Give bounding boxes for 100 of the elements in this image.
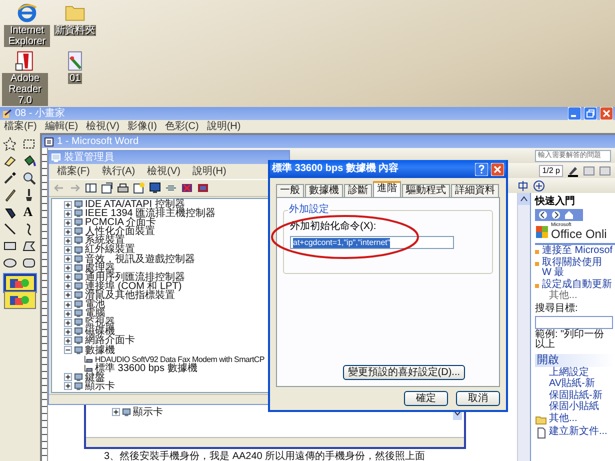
tree-item[interactable]: HDAUDIO SoftV92 Data Fax Modem with SmartCP	[95, 354, 264, 364]
border-icon[interactable]	[583, 164, 595, 176]
tree-item[interactable]: 滑鼠及其他指標裝置	[85, 290, 175, 300]
back-icon[interactable]	[538, 210, 548, 220]
tree-item[interactable]: 連接埠 (COM 和 LPT)	[85, 282, 182, 291]
uninstall-device-icon[interactable]	[197, 182, 209, 194]
collapse-toggle[interactable]	[64, 346, 72, 354]
more-link[interactable]: 其他...	[549, 414, 578, 425]
browser-globe-icon[interactable]	[16, 2, 38, 24]
paint-bucket-icon[interactable]	[22, 154, 36, 168]
expand-toggle[interactable]	[64, 282, 72, 290]
tree-item[interactable]: 處理器	[85, 264, 115, 273]
expand-toggle[interactable]	[64, 210, 72, 218]
desktop-icon-label[interactable]: 新資料夾	[54, 25, 96, 36]
expand-toggle[interactable]	[64, 336, 72, 345]
menu-item[interactable]: 影像(I)	[127, 120, 157, 132]
eraser-icon[interactable]	[3, 154, 17, 168]
forward-icon[interactable]	[551, 210, 561, 220]
tree-item[interactable]: 紅外線裝置	[85, 245, 135, 255]
text-tool[interactable]: A	[21, 204, 35, 221]
menu-item[interactable]: 編輯(E)	[44, 120, 78, 132]
menu-item[interactable]: 檢視(V)	[147, 166, 180, 178]
tab[interactable]: 一般	[276, 184, 304, 197]
search-field[interactable]	[535, 316, 613, 328]
menu-item[interactable]: 說明(H)	[206, 120, 241, 132]
restore-button[interactable]	[584, 107, 597, 120]
desktop-icon-label[interactable]: 01	[68, 73, 82, 84]
rect-select-icon[interactable]	[22, 137, 36, 151]
expand-toggle[interactable]	[64, 246, 72, 254]
tree-item[interactable]: IEEE 1394 匯流排主機控制器	[85, 209, 216, 218]
tree-item[interactable]: 系統裝置	[85, 236, 125, 246]
expand-toggle[interactable]	[64, 318, 72, 327]
expand-toggle[interactable]	[64, 310, 72, 318]
expand-toggle[interactable]	[64, 328, 72, 336]
recent-file-link[interactable]: AV貼紙-新	[535, 379, 615, 390]
tree-item[interactable]: 監視器	[85, 318, 115, 328]
close-button[interactable]	[491, 162, 504, 176]
vertical-scrollbar[interactable]	[517, 193, 530, 461]
tree-item[interactable]: 數據機	[85, 346, 115, 355]
menu-item[interactable]: 說明(H)	[192, 166, 226, 178]
tree-item[interactable]: 電腦	[85, 309, 105, 318]
new-document-link[interactable]: 建立新文件...	[549, 427, 608, 438]
draw-option-button[interactable]	[4, 291, 36, 309]
printer-icon[interactable]	[117, 182, 129, 194]
menu-item[interactable]: 色彩(C)	[164, 120, 199, 132]
pdf-reader-icon[interactable]	[14, 50, 36, 72]
line-icon[interactable]	[3, 222, 17, 236]
rectangle-icon[interactable]	[3, 239, 17, 253]
tab[interactable]: 數據機	[305, 184, 343, 197]
expand-toggle[interactable]	[64, 273, 72, 282]
menu-item[interactable]: 檢視(V)	[86, 120, 120, 132]
tree-item[interactable]: 通用序列匯流排控制器	[85, 272, 185, 282]
tree-item[interactable]: 顯示卡	[85, 382, 115, 391]
tree-item[interactable]: 電池	[85, 300, 105, 310]
dialog-button[interactable]: 取消	[456, 391, 500, 406]
recent-file-link[interactable]: 保固貼紙-新	[535, 390, 615, 401]
desktop-icon-label[interactable]: Internet Explorer	[4, 25, 50, 47]
rounded-rectangle-icon[interactable]	[22, 256, 36, 270]
expand-toggle[interactable]	[64, 373, 72, 382]
expand-toggle[interactable]	[112, 408, 120, 416]
panel-icon[interactable]	[85, 182, 97, 194]
expand-toggle[interactable]	[64, 291, 72, 300]
properties-icon[interactable]	[101, 182, 113, 194]
draw-option-button[interactable]	[4, 274, 36, 292]
pencil-icon[interactable]	[3, 188, 17, 202]
help-button[interactable]	[475, 162, 488, 176]
recent-file-link[interactable]: 保固小貼紙	[535, 402, 615, 412]
tab[interactable]: 詳細資料	[451, 184, 499, 197]
zoom-dropdown[interactable]: 1/2 p	[539, 164, 563, 176]
expand-toggle[interactable]	[64, 236, 72, 245]
menu-item[interactable]: 執行(A)	[102, 166, 136, 178]
scroll-up-icon[interactable]	[518, 193, 530, 205]
tab[interactable]: 驅動程式	[402, 184, 450, 197]
expand-toggle[interactable]	[64, 382, 72, 390]
enclose-icon[interactable]	[533, 180, 545, 192]
star-select-icon[interactable]	[3, 137, 17, 151]
tree-item[interactable]: 磁碟機	[85, 327, 115, 336]
eyedropper-icon[interactable]	[3, 171, 17, 185]
monitor-icon[interactable]	[149, 182, 161, 194]
link[interactable]: 取得關於使用 W 最	[542, 258, 614, 278]
close-button[interactable]	[600, 107, 613, 120]
defaults-button[interactable]: 變更預設的喜好設定(D)...	[342, 365, 465, 380]
border-icon[interactable]	[599, 164, 611, 176]
expand-toggle[interactable]	[64, 300, 72, 309]
minimize-button[interactable]	[568, 107, 581, 120]
polygon-icon[interactable]	[22, 239, 36, 253]
expand-toggle[interactable]	[64, 264, 72, 272]
desktop-icon-label[interactable]: Adobe Reader 7.0	[2, 73, 48, 106]
phonetic-icon[interactable]	[517, 180, 529, 192]
tree-item[interactable]: 標準 33600 bps 數據機	[95, 364, 198, 373]
menu-item[interactable]: 檔案(F)	[4, 120, 37, 132]
tree-item[interactable]: 音效，視訊及遊戲控制器	[85, 254, 195, 264]
disable-device-icon[interactable]	[181, 182, 193, 194]
tree-item[interactable]: 鍵盤	[85, 372, 105, 382]
menu-item[interactable]: 檔案(F)	[57, 166, 90, 178]
input-field[interactable]: at+cgdcont=1,"ip","internet"	[290, 236, 454, 249]
expand-toggle[interactable]	[64, 255, 72, 264]
dialog-button[interactable]: 確定	[404, 391, 448, 406]
tree-item[interactable]: 人性化介面裝置	[85, 227, 155, 236]
pen-icon[interactable]	[567, 164, 579, 176]
